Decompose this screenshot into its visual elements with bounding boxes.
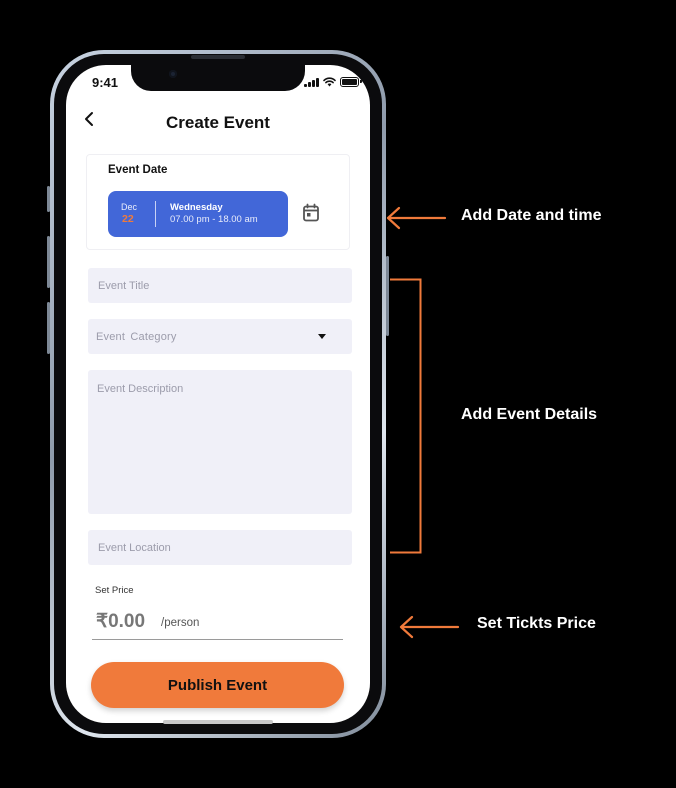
- annotation-ticket-price: Set Tickts Price: [477, 615, 596, 632]
- arrow-left-icon: [399, 615, 460, 639]
- cellular-signal-icon: [304, 77, 319, 87]
- price-amount-input[interactable]: ₹0.00: [96, 610, 145, 633]
- publish-event-button[interactable]: Publish Event: [91, 662, 344, 708]
- chevron-left-icon[interactable]: [82, 109, 98, 129]
- volume-up-button: [47, 236, 50, 288]
- date-divider: [155, 201, 156, 227]
- price-unit: /person: [161, 617, 200, 629]
- event-description-input[interactable]: [88, 370, 352, 514]
- event-date-title: Event Date: [108, 164, 168, 176]
- wifi-icon: [322, 77, 336, 87]
- event-location-input[interactable]: [88, 530, 352, 565]
- bracket-icon: [390, 278, 422, 554]
- speaker-grille: [191, 55, 245, 59]
- status-time: 9:41: [92, 75, 119, 90]
- notch: [131, 62, 305, 91]
- date-hours: 07.00 pm - 18.00 am: [170, 214, 258, 225]
- calendar-icon[interactable]: [302, 203, 320, 223]
- annotation-date-time: Add Date and time: [461, 207, 602, 224]
- page-title: Create Event: [166, 113, 270, 132]
- front-camera: [169, 70, 177, 78]
- volume-down-button: [47, 302, 50, 354]
- battery-icon: [339, 77, 362, 87]
- price-underline: [92, 639, 343, 640]
- date-day: 22: [122, 213, 134, 225]
- event-title-input[interactable]: [88, 268, 352, 303]
- event-category-select[interactable]: Event Category: [88, 319, 352, 354]
- event-category-placeholder: Event Category: [96, 331, 177, 343]
- date-weekday: Wednesday: [170, 202, 223, 213]
- action-button: [47, 186, 50, 212]
- arrow-left-icon: [386, 206, 447, 230]
- set-price-label: Set Price: [95, 585, 134, 596]
- status-icons: [304, 77, 362, 87]
- annotation-event-details: Add Event Details: [461, 406, 598, 423]
- date-month: Dec: [121, 202, 138, 212]
- caret-down-icon: [318, 334, 326, 339]
- home-indicator: [163, 720, 273, 724]
